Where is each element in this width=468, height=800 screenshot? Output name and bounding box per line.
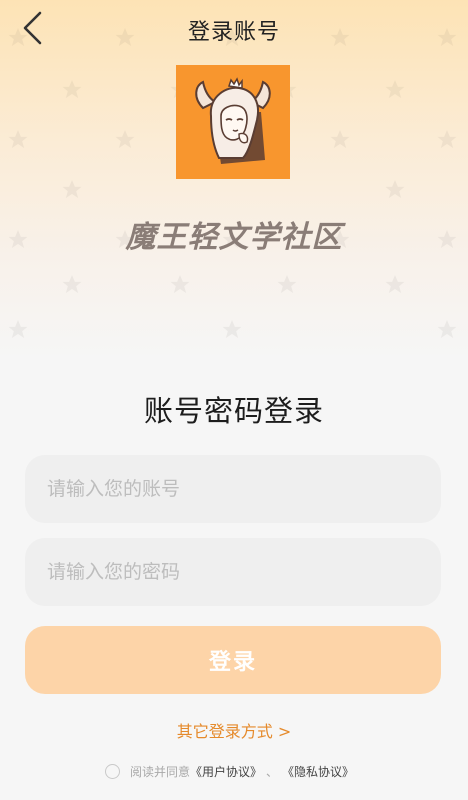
page-title: 登录账号 <box>187 20 280 45</box>
login-button[interactable]: 登录 <box>25 626 441 694</box>
agreement-row: 阅读并同意 《用户协议》 、 《隐私协议》 <box>105 762 354 780</box>
brand-name: 魔王轻文学社区 <box>125 220 343 255</box>
login-page: 登录账号 魔王轻文学社区 账号密码登录 登录 其它登录方式 > <box>0 0 468 800</box>
agreement-separator: 、 <box>266 764 279 779</box>
privacy-policy-link[interactable]: 《隐私协议》 <box>282 763 354 780</box>
password-input[interactable] <box>25 538 441 606</box>
other-login-methods-link[interactable]: 其它登录方式 > <box>0 718 468 742</box>
app-logo <box>176 65 290 179</box>
login-section-title: 账号密码登录 <box>143 394 324 428</box>
agreement-checkbox[interactable] <box>105 763 120 779</box>
agreement-prefix: 阅读并同意 <box>130 764 191 779</box>
user-agreement-link[interactable]: 《用户协议》 <box>190 763 262 780</box>
account-input[interactable] <box>25 455 441 523</box>
mascot-logo <box>195 77 271 164</box>
